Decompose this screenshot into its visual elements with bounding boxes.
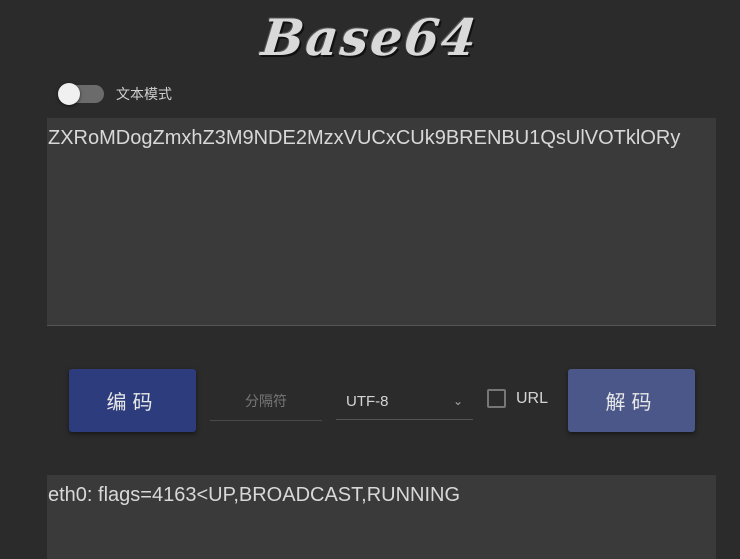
input-textarea[interactable]: ZXRoMDogZmxhZ3M9NDE2MzxVUCxCUk9BRENBU1Qs… [47,118,716,326]
app-logo: Base64 [258,8,482,67]
controls-bar: 编码 分隔符 UTF-8 ⌄ URL 解码 [0,369,740,432]
encoding-select[interactable]: UTF-8 ⌄ [336,383,473,420]
encode-button[interactable]: 编码 [69,369,196,432]
output-textarea[interactable]: eth0: flags=4163<UP,BROADCAST,RUNNING [47,475,716,559]
encoding-selected-value: UTF-8 [346,393,389,410]
url-label: URL [516,389,549,407]
text-mode-toggle[interactable] [58,83,104,105]
decode-button[interactable]: 解码 [568,369,695,432]
text-mode-label: 文本模式 [116,86,172,102]
separator-input[interactable]: 分隔符 [210,383,322,421]
url-checkbox[interactable] [487,389,506,408]
toggle-knob [58,83,80,105]
text-mode-row: 文本模式 [58,83,172,105]
url-option: URL [487,389,548,408]
chevron-down-icon: ⌄ [452,394,463,408]
